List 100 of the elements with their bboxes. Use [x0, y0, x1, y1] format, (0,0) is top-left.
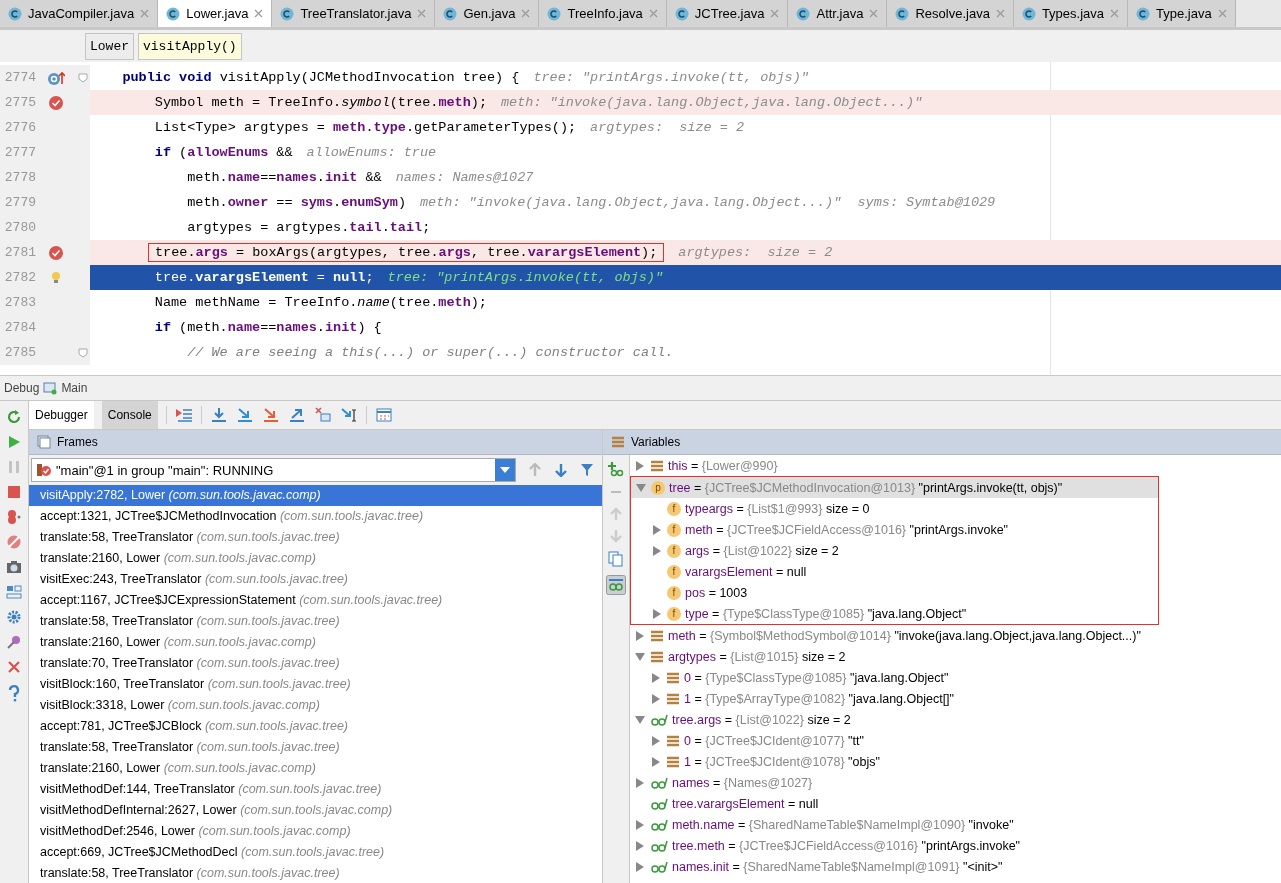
close-icon[interactable]: [995, 9, 1005, 18]
filter-icon[interactable]: [580, 463, 594, 477]
fold-marker-icon[interactable]: [78, 72, 88, 83]
variable-row[interactable]: 1 = {JCTree$JCIdent@1078} "objs": [630, 751, 1281, 772]
expand-arrow-icon[interactable]: [652, 608, 662, 619]
debugger-tab[interactable]: Console: [101, 401, 158, 429]
editor-tab[interactable]: JavaCompiler.java: [0, 0, 159, 27]
variable-row[interactable]: f meth = {JCTree$JCFieldAccess@1016} "printArgs.invoke": [631, 519, 1158, 540]
variable-row[interactable]: this = {Lower@990}: [630, 455, 1281, 476]
help-icon[interactable]: [6, 684, 22, 702]
stack-frame[interactable]: translate:2160, Lower (com.sun.tools.javac.comp): [29, 548, 602, 569]
breakpoints-icon[interactable]: [6, 509, 22, 525]
stack-frame[interactable]: translate:2160, Lower (com.sun.tools.javac.comp): [29, 758, 602, 779]
pin-icon[interactable]: [6, 634, 22, 650]
arrow-down-icon[interactable]: [554, 463, 568, 477]
variable-row[interactable]: f args = {List@1022} size = 2: [631, 540, 1158, 561]
step-out-icon[interactable]: [287, 407, 306, 423]
close-icon[interactable]: [6, 659, 22, 675]
breadcrumb[interactable]: Lower: [85, 32, 134, 60]
thread-dropdown[interactable]: "main"@1 in group "main": RUNNING: [31, 458, 516, 482]
expand-arrow-icon[interactable]: [651, 672, 661, 683]
stack-frame[interactable]: translate:58, TreeTranslator (com.sun.tools.javac.tree): [29, 863, 602, 883]
stack-frame[interactable]: translate:58, TreeTranslator (com.sun.tools.javac.tree): [29, 737, 602, 758]
stack-frame[interactable]: accept:1321, JCTree$JCMethodInvocation (com.sun.tools.javac.tree): [29, 506, 602, 527]
stack-frame[interactable]: visitApply:2782, Lower (com.sun.tools.javac.comp): [29, 485, 602, 506]
breakpoint-icon[interactable]: [48, 244, 64, 261]
expand-arrow-icon[interactable]: [635, 840, 645, 851]
layout-icon[interactable]: [6, 584, 22, 600]
stack-frame[interactable]: visitBlock:3318, Lower (com.sun.tools.javac.comp): [29, 695, 602, 716]
run-to-cursor-icon[interactable]: [339, 407, 358, 423]
close-icon[interactable]: [1217, 9, 1227, 18]
variable-row[interactable]: f varargsElement = null: [631, 561, 1158, 582]
variable-row[interactable]: 0 = {Type$ClassType@1085} "java.lang.Object": [630, 667, 1281, 688]
close-icon[interactable]: [254, 9, 264, 18]
resume-icon[interactable]: [6, 434, 22, 450]
debugger-tab[interactable]: Debugger: [29, 401, 94, 429]
expand-arrow-icon[interactable]: [635, 819, 645, 830]
expand-arrow-icon[interactable]: [651, 693, 661, 704]
lightbulb-icon[interactable]: [51, 271, 61, 284]
expand-arrow-icon[interactable]: [635, 651, 645, 662]
rerun-icon[interactable]: [6, 409, 22, 425]
expand-arrow-icon[interactable]: [635, 861, 645, 872]
stack-frame[interactable]: visitMethodDefInternal:2627, Lower (com.sun.tools.javac.comp): [29, 800, 602, 821]
stack-frame[interactable]: accept:781, JCTree$JCBlock (com.sun.tools.javac.tree): [29, 716, 602, 737]
close-icon[interactable]: [1110, 9, 1120, 18]
evaluate-expression-icon[interactable]: [374, 407, 393, 423]
editor-tab[interactable]: Type.java: [1128, 0, 1236, 27]
variable-row[interactable]: meth = {Symbol$MethodSymbol@1014} "invoke(java.lang.Object,java.lang.Object...)": [630, 625, 1281, 646]
stop-icon[interactable]: [6, 484, 22, 500]
variable-row[interactable]: tree.args = {List@1022} size = 2: [630, 709, 1281, 730]
force-step-into-icon[interactable]: [261, 407, 280, 423]
variable-row[interactable]: names.init = {SharedNameTable$NameImpl@1091} "<init>": [630, 856, 1281, 877]
editor-tab[interactable]: JCTree.java: [666, 0, 789, 27]
camera-icon[interactable]: [6, 559, 22, 575]
variable-row[interactable]: meth.name = {SharedNameTable$NameImpl@1090} "invoke": [630, 814, 1281, 835]
variable-row[interactable]: f type = {Type$ClassType@1085} "java.lang.Object": [631, 603, 1158, 624]
editor-tab[interactable]: Resolve.java: [887, 0, 1014, 27]
expand-arrow-icon[interactable]: [651, 756, 661, 767]
variable-row[interactable]: f typeargs = {List$1@993} size = 0: [631, 498, 1158, 519]
editor-tab[interactable]: Types.java: [1013, 0, 1129, 27]
override-icon[interactable]: [47, 69, 65, 86]
variable-row[interactable]: 1 = {Type$ArrayType@1082} "java.lang.Object[]": [630, 688, 1281, 709]
close-icon[interactable]: [869, 9, 879, 18]
stack-frame[interactable]: translate:2160, Lower (com.sun.tools.javac.comp): [29, 632, 602, 653]
step-into-icon[interactable]: [235, 407, 254, 423]
expand-arrow-icon[interactable]: [635, 460, 645, 471]
close-icon[interactable]: [417, 9, 427, 18]
close-icon[interactable]: [770, 9, 780, 18]
variable-row[interactable]: f pos = 1003: [631, 582, 1158, 603]
editor-tab[interactable]: Attr.java: [788, 0, 888, 27]
variable-row[interactable]: tree.meth = {JCTree$JCFieldAccess@1016} "printArgs.invoke": [630, 835, 1281, 856]
expand-arrow-icon[interactable]: [652, 524, 662, 535]
close-icon[interactable]: [648, 9, 658, 18]
stack-frame[interactable]: visitMethodDef:144, TreeTranslator (com.sun.tools.javac.tree): [29, 779, 602, 800]
expand-arrow-icon[interactable]: [636, 482, 646, 493]
show-execution-point-icon[interactable]: [174, 407, 193, 423]
variable-row[interactable]: names = {Names@1027}: [630, 772, 1281, 793]
stack-frame[interactable]: visitMethodDef:2546, Lower (com.sun.tools.javac.comp): [29, 821, 602, 842]
show-watches-icon[interactable]: [606, 575, 626, 595]
copy-icon[interactable]: [608, 551, 624, 567]
expand-arrow-icon[interactable]: [635, 630, 645, 641]
variable-row[interactable]: p tree = {JCTree$JCMethodInvocation@1013} "printArgs.invoke(tt, objs)": [631, 477, 1158, 498]
run-config-name[interactable]: Main: [61, 381, 88, 395]
stack-frame[interactable]: accept:1167, JCTree$JCExpressionStatement (com.sun.tools.javac.tree): [29, 590, 602, 611]
settings-icon[interactable]: [6, 609, 22, 625]
expand-arrow-icon[interactable]: [635, 777, 645, 788]
fold-marker-icon[interactable]: [78, 347, 88, 358]
close-icon[interactable]: [521, 9, 531, 18]
variable-row[interactable]: argtypes = {List@1015} size = 2: [630, 646, 1281, 667]
expand-arrow-icon[interactable]: [651, 735, 661, 746]
stack-frame[interactable]: accept:669, JCTree$JCMethodDecl (com.sun.tools.javac.tree): [29, 842, 602, 863]
stack-frame[interactable]: visitBlock:160, TreeTranslator (com.sun.tools.javac.tree): [29, 674, 602, 695]
editor-tab[interactable]: Lower.java: [158, 0, 273, 27]
close-icon[interactable]: [140, 9, 150, 18]
expand-arrow-icon[interactable]: [652, 545, 662, 556]
breakpoint-icon[interactable]: [48, 94, 64, 111]
expand-arrow-icon[interactable]: [635, 714, 645, 725]
stack-frame[interactable]: translate:70, TreeTranslator (com.sun.tools.javac.tree): [29, 653, 602, 674]
drop-frame-icon[interactable]: [313, 407, 332, 423]
variable-row[interactable]: 0 = {JCTree$JCIdent@1077} "tt": [630, 730, 1281, 751]
